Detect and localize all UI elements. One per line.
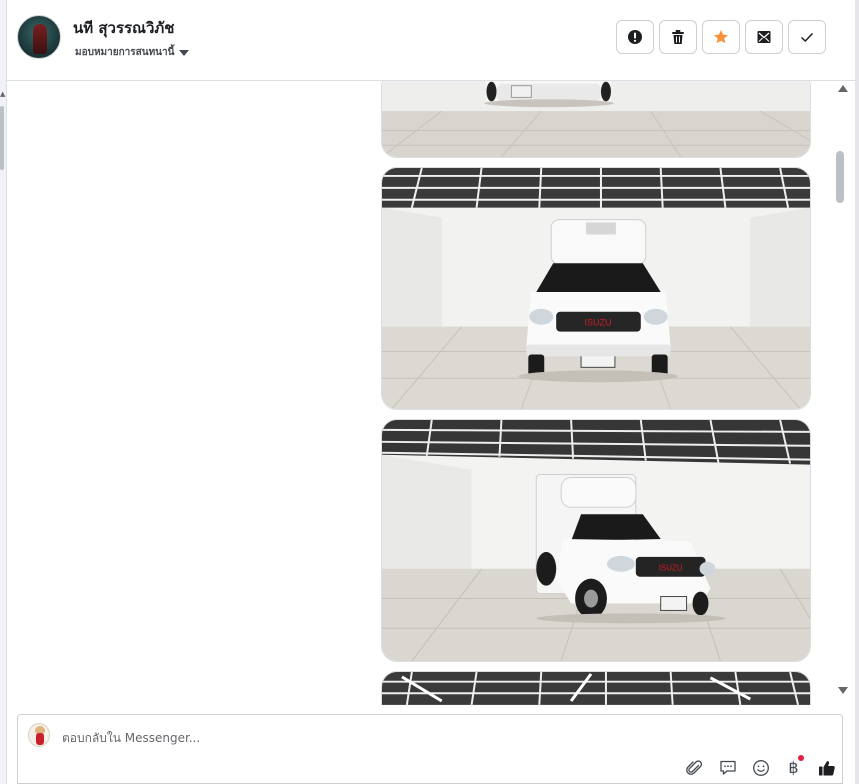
emoji-button[interactable] (750, 757, 771, 778)
smiley-icon (752, 759, 769, 776)
delete-button[interactable] (659, 20, 697, 54)
header-actions (616, 20, 826, 54)
mark-unread-button[interactable] (745, 20, 783, 54)
like-button[interactable] (816, 757, 837, 778)
mark-spam-button[interactable] (616, 20, 654, 54)
svg-text:ISUZU: ISUZU (585, 318, 612, 328)
assign-conversation-dropdown[interactable]: มอบหมายการสนทนานี้ (75, 45, 190, 60)
page-avatar (28, 723, 50, 747)
check-icon (800, 32, 814, 43)
baht-icon: ฿ (788, 758, 799, 777)
truck-photo (382, 81, 810, 157)
contact-avatar[interactable] (17, 15, 61, 59)
message-thread[interactable]: ISUZU ISUZU (7, 81, 855, 705)
left-scrollbar[interactable]: ▲ (0, 0, 7, 784)
message-image[interactable] (381, 671, 811, 705)
saved-replies-button[interactable] (717, 757, 738, 778)
truck-photo: ISUZU (382, 420, 810, 661)
assign-label: มอบหมายการสนทนานี้ (75, 47, 175, 58)
left-scrollbar-thumb[interactable] (0, 106, 4, 170)
contact-name[interactable]: นที สุวรรณวิภัช (73, 16, 174, 40)
envelope-icon (757, 31, 771, 43)
trash-icon (672, 30, 684, 44)
exclamation-circle-icon (628, 30, 642, 44)
paperclip-icon (685, 759, 702, 775)
attach-file-button[interactable] (684, 757, 705, 778)
svg-text:ISUZU: ISUZU (659, 564, 683, 573)
truck-photo: ISUZU (382, 168, 810, 409)
composer-tools: ฿ (684, 755, 837, 778)
mark-done-button[interactable] (788, 20, 826, 54)
star-button[interactable] (702, 20, 740, 54)
caret-down-icon (179, 49, 190, 56)
showroom-photo (382, 672, 810, 705)
message-image[interactable] (381, 81, 811, 158)
notification-dot (798, 755, 804, 761)
scroll-down-icon[interactable] (838, 687, 848, 694)
panel-edge (855, 0, 859, 784)
thread-scrollbar-thumb[interactable] (836, 151, 844, 203)
reply-composer: ฿ (17, 714, 843, 784)
thread-scrollbar[interactable] (836, 81, 853, 705)
payment-button[interactable]: ฿ (783, 755, 804, 778)
messenger-conversation-panel: ▲ นที สุวรรณวิภัช มอบหมายการสนทนานี้ ISU… (0, 0, 859, 784)
thumbs-up-icon (818, 760, 835, 775)
scroll-up-arrow-icon[interactable]: ▲ (0, 90, 5, 98)
scroll-up-icon[interactable] (838, 85, 848, 92)
conversation-header: นที สุวรรณวิภัช มอบหมายการสนทนานี้ (7, 0, 855, 81)
reply-input[interactable] (62, 729, 662, 747)
message-image[interactable]: ISUZU (381, 167, 811, 410)
speech-bubble-icon (719, 760, 736, 775)
message-image[interactable]: ISUZU (381, 419, 811, 662)
star-icon (714, 30, 728, 44)
